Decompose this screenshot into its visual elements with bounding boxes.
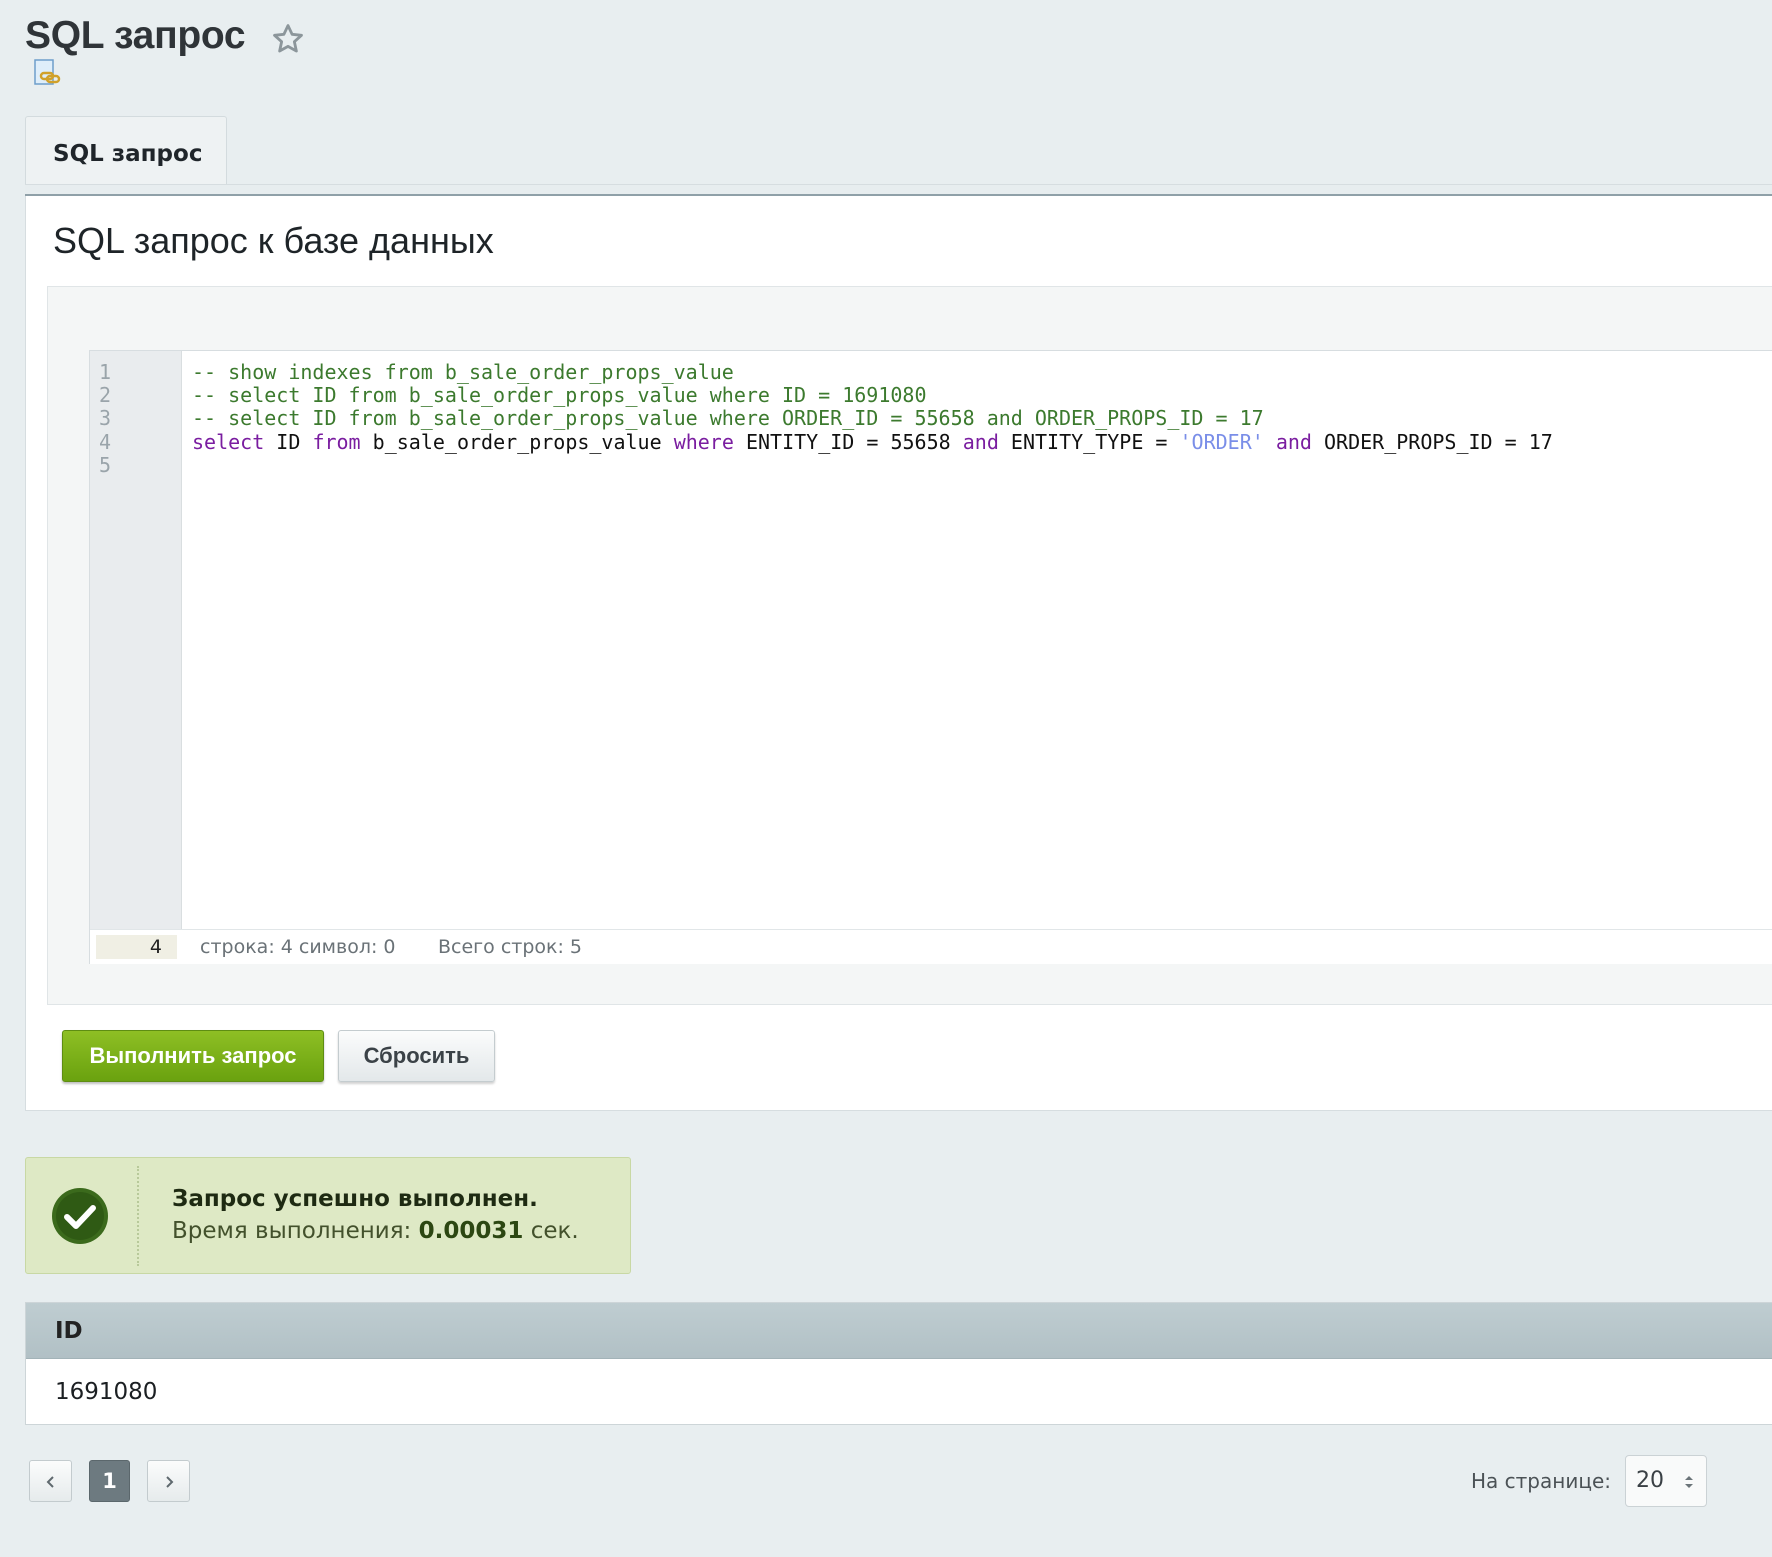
editor-status-bar: 4 строка: 4 символ: 0 Всего строк: 5 [90, 929, 1772, 964]
result-table: ID 1691080 [25, 1302, 1772, 1425]
star-icon[interactable] [271, 22, 305, 56]
code-line[interactable]: -- show indexes from b_sale_order_props_… [192, 360, 734, 384]
sql-keyword: from [312, 430, 361, 454]
code-token: 55658 [890, 430, 951, 454]
reset-button[interactable]: Сбросить [338, 1030, 495, 1082]
current-line-box: 4 [96, 935, 177, 959]
next-page-button[interactable] [147, 1460, 190, 1502]
code-line[interactable]: select ID from b_sale_order_props_value … [192, 430, 1553, 454]
success-message: Запрос успешно выполнен. Время выполнени… [25, 1157, 631, 1274]
line-number: 4 [99, 430, 112, 454]
code-line[interactable]: -- select ID from b_sale_order_props_val… [192, 406, 1264, 430]
sql-keyword: and [962, 430, 999, 454]
line-number: 2 [99, 383, 112, 407]
link-icon[interactable] [33, 59, 61, 89]
code-token: ORDER_PROPS_ID [1324, 430, 1493, 454]
code-token: ENTITY_ID [745, 430, 855, 454]
line-number: 1 [99, 360, 112, 384]
code-token: = [1504, 430, 1517, 454]
code-token: = [1155, 430, 1168, 454]
line-number-gutter: 1 2 3 4 5 [90, 351, 182, 929]
per-page-select[interactable]: 20 [1625, 1455, 1707, 1507]
line-number: 5 [99, 453, 112, 477]
chevron-right-icon [166, 1476, 174, 1488]
tab-band [25, 184, 1772, 196]
prev-page-button[interactable] [29, 1460, 72, 1502]
code-token: b_sale_order_props_value [372, 430, 662, 454]
code-token: 17 [1528, 430, 1553, 454]
line-number: 3 [99, 406, 112, 430]
column-header-id[interactable]: ID [55, 1318, 83, 1344]
time-unit: сек. [530, 1218, 579, 1244]
check-circle-icon [52, 1188, 108, 1244]
current-line-number: 4 [149, 936, 162, 958]
page-number-button[interactable]: 1 [89, 1460, 130, 1502]
execution-time: Время выполнения: 0.00031 сек. [172, 1218, 579, 1244]
time-value: 0.00031 [418, 1218, 524, 1244]
page-title: SQL запрос [25, 14, 246, 57]
table-header: ID [26, 1303, 1772, 1359]
code-token: = [866, 430, 879, 454]
editor-wrapper: 1 2 3 4 5 -- show indexes from b_sale_or… [47, 286, 1772, 1005]
chevron-left-icon [46, 1476, 54, 1488]
code-line[interactable]: -- select ID from b_sale_order_props_val… [192, 383, 927, 407]
cursor-position: строка: 4 символ: 0 [200, 936, 396, 958]
divider [137, 1166, 139, 1266]
sql-keyword: select [192, 430, 265, 454]
time-label: Время выполнения: [172, 1218, 412, 1244]
total-lines: Всего строк: 5 [438, 936, 583, 958]
sql-keyword: and [1275, 430, 1312, 454]
tab-label: SQL запрос [53, 141, 203, 167]
spinner-arrows-icon [1685, 1476, 1693, 1488]
sql-editor[interactable]: 1 2 3 4 5 -- show indexes from b_sale_or… [89, 350, 1772, 964]
page-header: SQL запрос [25, 14, 303, 94]
panel-heading: SQL запрос к базе данных [53, 220, 494, 261]
per-page-label: На странице: [1471, 1469, 1611, 1493]
string-literal: 'ORDER' [1179, 430, 1264, 454]
per-page-value: 20 [1636, 1468, 1664, 1493]
code-token: ID [276, 430, 301, 454]
sql-keyword: where [673, 430, 734, 454]
run-query-button[interactable]: Выполнить запрос [62, 1030, 324, 1082]
table-cell: 1691080 [55, 1379, 158, 1405]
code-token: ENTITY_TYPE [1010, 430, 1144, 454]
tab-sql-query[interactable]: SQL запрос [25, 116, 227, 185]
sql-panel: SQL запрос к базе данных 1 2 3 4 5 -- sh… [25, 196, 1772, 1111]
success-title: Запрос успешно выполнен. [172, 1186, 538, 1212]
